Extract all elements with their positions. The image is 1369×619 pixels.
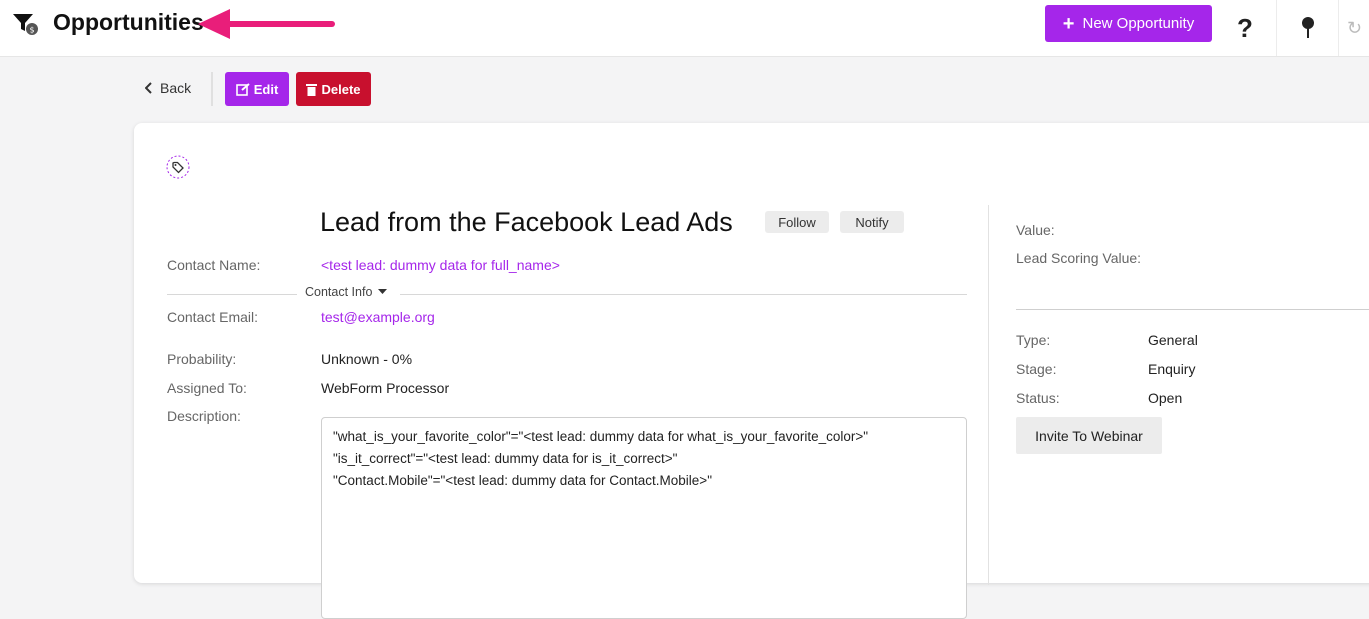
stage-value: Enquiry [1148,361,1196,377]
top-bar: $ Opportunities + New Opportunity ? ↻ [0,0,1369,57]
value-label: Value: [1016,222,1055,238]
toolbar-divider [211,72,213,106]
contact-name-link[interactable]: <test lead: dummy data for full_name> [321,257,560,273]
contact-info-toggle[interactable]: Contact Info [305,285,388,299]
tag-icon[interactable] [166,155,190,179]
back-label: Back [160,80,192,96]
contact-info-label: Contact Info [305,285,373,299]
edit-label: Edit [253,81,279,97]
contact-info-divider-left [167,294,297,295]
edit-button[interactable]: Edit [225,72,289,106]
pin-button[interactable] [1276,0,1339,56]
refresh-button[interactable]: ↻ [1338,0,1369,56]
description-line: "is_it_correct"="<test lead: dummy data … [333,451,678,466]
page-title: Opportunities [53,9,204,35]
help-button[interactable]: ? [1214,0,1276,56]
annotation-arrow [198,9,335,39]
assigned-to-label: Assigned To: [167,380,247,396]
probability-value: Unknown - 0% [321,351,413,367]
invite-to-webinar-button[interactable]: Invite To Webinar [1016,417,1162,454]
assigned-to-value: WebForm Processor [321,380,450,396]
follow-button[interactable]: Follow [765,211,829,233]
stage-label: Stage: [1016,361,1057,377]
caret-down-icon [378,289,388,294]
contact-email-link[interactable]: test@example.org [321,309,435,325]
back-link[interactable]: Back [145,80,191,96]
trash-icon [306,83,318,96]
description-label: Description: [167,408,241,424]
description-box[interactable]: "what_is_your_favorite_color"="<test lea… [321,417,967,619]
opportunity-card: Lead from the Facebook Lead Ads Follow N… [134,123,1369,619]
refresh-icon: ↻ [1346,17,1363,38]
lead-scoring-label: Lead Scoring Value: [1016,250,1142,266]
status-label: Status: [1016,390,1060,406]
delete-button[interactable]: Delete [296,72,371,106]
column-divider [988,205,989,585]
pin-icon [1302,17,1314,38]
type-label: Type: [1016,332,1051,348]
side-divider [1016,309,1369,310]
chevron-left-icon [145,82,152,94]
funnel-dollar-icon: $ [13,14,38,35]
notify-button[interactable]: Notify [840,211,904,233]
svg-text:$: $ [29,26,34,35]
action-row: Back Edit Delete [0,72,600,106]
contact-email-label: Contact Email: [167,309,259,325]
description-line: "what_is_your_favorite_color"="<test lea… [333,429,869,444]
opportunity-title: Lead from the Facebook Lead Ads [320,207,733,237]
delete-label: Delete [321,81,361,97]
question-mark-icon: ? [1237,12,1253,43]
contact-name-label: Contact Name: [167,257,261,273]
new-opportunity-label: New Opportunity [1082,15,1195,32]
type-value: General [1148,332,1198,348]
description-line: "Contact.Mobile"="<test lead: dummy data… [333,473,712,488]
probability-label: Probability: [167,351,237,367]
plus-icon: + [1062,12,1075,35]
status-value: Open [1148,390,1183,406]
edit-icon [235,82,250,96]
contact-info-divider-right [400,294,967,295]
new-opportunity-button[interactable]: + New Opportunity [1045,5,1212,42]
